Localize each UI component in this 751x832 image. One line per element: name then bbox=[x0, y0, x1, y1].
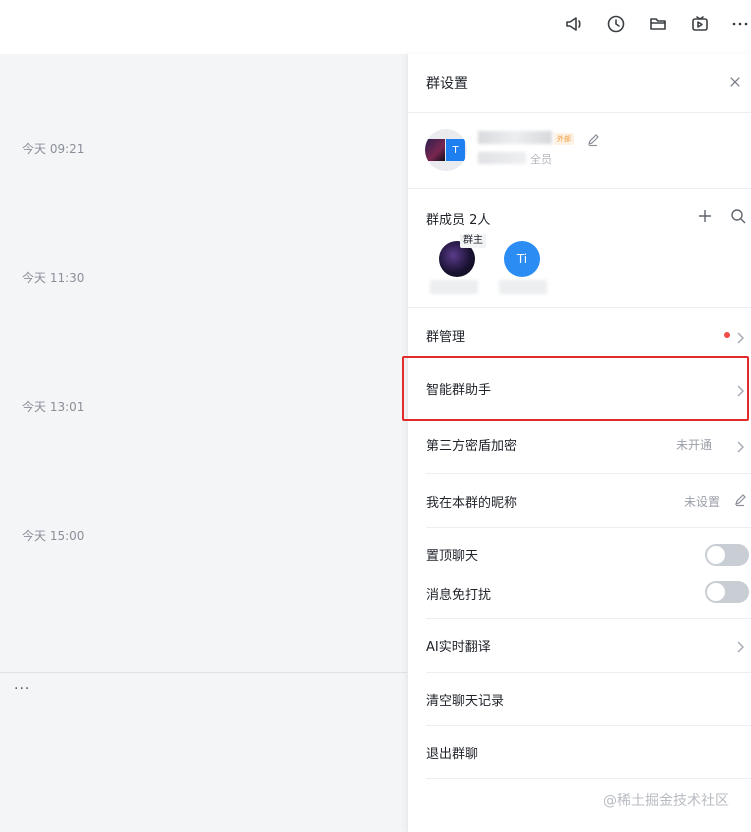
avatar[interactable]: Ti bbox=[504, 241, 540, 277]
notification-dot bbox=[724, 332, 730, 338]
video-icon[interactable] bbox=[688, 12, 712, 36]
ai-translate-row[interactable]: AI实时翻译 bbox=[408, 619, 751, 672]
announcement-icon[interactable] bbox=[562, 12, 586, 36]
timestamp: 今天 13:01 bbox=[22, 400, 85, 414]
row-value: 未设置 bbox=[684, 495, 721, 509]
edit-icon[interactable] bbox=[733, 492, 747, 507]
top-bar bbox=[0, 0, 751, 54]
pin-chat-row: 置顶聊天 bbox=[408, 528, 751, 566]
watermark: @稀土掘金技术社区 bbox=[603, 793, 729, 809]
chevron-right-icon bbox=[735, 638, 745, 653]
history-icon[interactable] bbox=[604, 12, 628, 36]
group-management-row[interactable]: 群管理 bbox=[408, 308, 751, 361]
message-composer[interactable]: ··· bbox=[0, 672, 407, 832]
row-label: 清空聊天记录 bbox=[426, 694, 505, 709]
encryption-row[interactable]: 第三方密盾加密 未开通 bbox=[408, 419, 751, 473]
chevron-right-icon bbox=[735, 382, 745, 397]
timestamp: 今天 09:21 bbox=[22, 142, 85, 156]
row-label: 消息免打扰 bbox=[426, 588, 492, 603]
panel-title: 群设置 bbox=[426, 76, 468, 92]
timestamp: 今天 11:30 bbox=[22, 271, 85, 285]
chevron-right-icon bbox=[735, 438, 745, 453]
leave-group-row[interactable]: 退出群聊 bbox=[408, 726, 751, 778]
member-name-blurred bbox=[499, 280, 547, 294]
toggle-knob bbox=[707, 546, 725, 564]
divider bbox=[408, 188, 751, 189]
group-member-text: 全员 bbox=[530, 153, 552, 166]
row-label: 我在本群的昵称 bbox=[426, 496, 518, 511]
group-desc-blurred bbox=[478, 152, 526, 164]
members-label: 群成员 2人 bbox=[426, 213, 491, 228]
member-thumbnail bbox=[425, 139, 445, 161]
divider bbox=[408, 112, 751, 113]
row-label: 第三方密盾加密 bbox=[426, 439, 518, 454]
edit-group-name-icon[interactable] bbox=[586, 132, 600, 147]
chevron-right-icon bbox=[735, 329, 745, 344]
row-label: 置顶聊天 bbox=[426, 549, 479, 564]
clear-history-row[interactable]: 清空聊天记录 bbox=[408, 673, 751, 725]
smart-assistant-row[interactable]: 智能群助手 bbox=[408, 361, 751, 419]
folder-icon[interactable] bbox=[646, 12, 670, 36]
row-label: 智能群助手 bbox=[426, 383, 492, 398]
composer-more-button[interactable]: ··· bbox=[14, 681, 30, 697]
group-name-blurred bbox=[478, 131, 552, 144]
owner-badge: 群主 bbox=[460, 234, 486, 248]
nickname-row[interactable]: 我在本群的昵称 未设置 bbox=[408, 474, 751, 527]
member-thumbnail-letter: T bbox=[446, 139, 465, 161]
search-member-icon[interactable] bbox=[729, 207, 747, 225]
toggle-knob bbox=[707, 583, 725, 601]
group-settings-panel: 群设置 T 外部 全员 群成员 2人 群主 Ti 群管理 智能群助手 第三方密盾… bbox=[402, 54, 751, 832]
close-icon[interactable] bbox=[725, 72, 745, 92]
mute-toggle[interactable] bbox=[705, 581, 749, 603]
divider bbox=[426, 778, 751, 779]
row-label: 退出群聊 bbox=[426, 747, 479, 762]
pin-chat-toggle[interactable] bbox=[705, 544, 749, 566]
mute-row: 消息免打扰 bbox=[408, 566, 751, 618]
add-member-icon[interactable] bbox=[696, 207, 714, 225]
more-icon[interactable] bbox=[728, 12, 751, 36]
group-avatar[interactable]: T bbox=[425, 129, 467, 171]
row-value: 未开通 bbox=[676, 438, 713, 452]
member-name-blurred bbox=[430, 280, 478, 294]
group-tag-badge: 外部 bbox=[554, 133, 574, 145]
chat-message-area: 今天 09:21 今天 11:30 今天 13:01 今天 15:00 bbox=[0, 54, 407, 672]
timestamp: 今天 15:00 bbox=[22, 529, 85, 543]
row-label: 群管理 bbox=[426, 330, 466, 345]
row-label: AI实时翻译 bbox=[426, 640, 491, 655]
